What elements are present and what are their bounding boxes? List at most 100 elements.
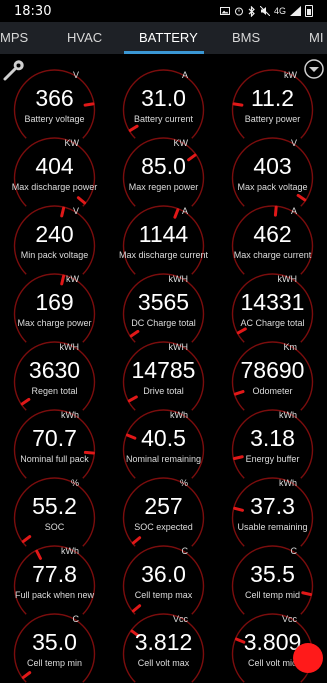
- gauge-value: 1144: [138, 221, 189, 247]
- gauge-unit: kWh: [61, 546, 79, 556]
- gauge-value: 36.0: [141, 561, 186, 587]
- gauge-value: 169: [35, 289, 74, 315]
- gauge-value: 366: [35, 85, 74, 111]
- tab-bar: MPS HVAC BATTERY BMS MI: [0, 22, 327, 54]
- gauge-label: Usable remaining: [237, 522, 308, 532]
- gauge: C 35.0 Cell temp min: [0, 610, 109, 683]
- gauge-label: SOC: [44, 522, 65, 532]
- gauge-needle: [127, 395, 138, 403]
- gauge-needle: [296, 193, 307, 202]
- gauge-label: Cell temp mid: [244, 590, 300, 600]
- gauge-unit: kWH: [277, 274, 298, 284]
- record-button[interactable]: [293, 643, 323, 673]
- gauge-label: Min pack voltage: [20, 250, 89, 260]
- gauge-value: 70.7: [32, 425, 77, 451]
- gauge-value: 14331: [240, 289, 305, 315]
- tab-hvac[interactable]: HVAC: [67, 22, 102, 54]
- active-tab-indicator: [124, 51, 204, 54]
- gauge-unit: kWh: [61, 410, 79, 420]
- gauge-unit: kWH: [168, 274, 189, 284]
- gauge-needle: [273, 205, 278, 217]
- bluetooth-icon: [248, 5, 255, 17]
- gauge: A 1144 Max discharge current: [109, 202, 218, 275]
- gauge: V 366 Battery voltage: [0, 66, 109, 139]
- gauge-value: 35.5: [250, 561, 295, 587]
- gauge-needle: [60, 274, 66, 286]
- gauge-unit: V: [290, 138, 297, 148]
- gauge-value: 3.18: [250, 425, 295, 451]
- gauge: kWH 14785 Drive total: [109, 338, 218, 411]
- gauge-unit: kWH: [168, 342, 189, 352]
- gauge-unit: %: [70, 478, 79, 488]
- gauge-value: 240: [35, 221, 74, 247]
- gauge-value: 257: [144, 493, 183, 519]
- gauge: kW 169 Max charge power: [0, 270, 109, 343]
- alarm-icon: [234, 7, 243, 16]
- tab-battery[interactable]: BATTERY: [139, 22, 198, 54]
- gauge-needle: [236, 327, 247, 335]
- gauge: KW 404 Max discharge power: [0, 134, 109, 207]
- gauge-value: 3.812: [134, 629, 193, 655]
- gauge: V 240 Min pack voltage: [0, 202, 109, 275]
- tab-bms[interactable]: BMS: [232, 22, 260, 54]
- gauge: V 403 Max pack voltage: [218, 134, 327, 207]
- battery-icon: [305, 5, 313, 17]
- gauge: A 31.0 Battery current: [109, 66, 218, 139]
- gauge-needle: [173, 208, 180, 219]
- gauge-label: Battery current: [133, 114, 194, 124]
- gauge-label: Cell volt max: [137, 658, 190, 668]
- gauge-unit: C: [290, 546, 298, 556]
- gauge-needle: [60, 206, 66, 218]
- status-time: 18:30: [14, 3, 52, 19]
- gauge-label: Odometer: [252, 386, 293, 396]
- tab-mps[interactable]: MPS: [0, 22, 28, 54]
- gauge-label: Nominal full pack: [20, 454, 89, 464]
- gauge-value: 404: [35, 153, 74, 179]
- gauge-unit: KW: [173, 138, 189, 148]
- gauge: KW 85.0 Max regen power: [109, 134, 218, 207]
- gauge-unit: kWH: [59, 342, 80, 352]
- mute-icon: [259, 6, 270, 16]
- gauge-needle: [35, 549, 42, 560]
- gauge-value: 3630: [28, 357, 81, 383]
- gauge: kW 11.2 Battery power: [218, 66, 327, 139]
- gauge-unit: KW: [64, 138, 80, 148]
- gauge-value: 85.0: [141, 153, 186, 179]
- gauge-label: Battery voltage: [24, 114, 85, 124]
- gauge-label: SOC expected: [134, 522, 193, 532]
- gauge-label: Max discharge power: [11, 182, 98, 192]
- gauge-value: 11.2: [250, 85, 295, 111]
- gauge-unit: kWh: [279, 478, 297, 488]
- gauge-label: Energy buffer: [245, 454, 300, 464]
- gauge-label: DC Charge total: [131, 318, 196, 328]
- gauge: Km 78690 Odometer: [218, 338, 327, 411]
- gauge-unit: V: [72, 70, 79, 80]
- status-bar: 18:30 4G: [0, 0, 327, 22]
- gauge-needle: [128, 124, 139, 132]
- gauge: C 35.5 Cell temp mid: [218, 542, 327, 615]
- tab-mi[interactable]: MI: [309, 22, 323, 54]
- gauge: kWh 77.8 Full pack when new: [0, 542, 109, 615]
- gauge-unit: C: [72, 614, 80, 624]
- gauge-value: 35.0: [32, 629, 77, 655]
- gauge: kWH 3565 DC Charge total: [109, 270, 218, 343]
- gauge-needle: [20, 397, 31, 406]
- gauge-label: Max pack voltage: [237, 182, 308, 192]
- gauge-unit: %: [179, 478, 188, 488]
- gauge: kWH 14331 AC Charge total: [218, 270, 327, 343]
- gauge: C 36.0 Cell temp max: [109, 542, 218, 615]
- gauge-unit: Vcc: [281, 614, 297, 624]
- gauge-label: Max charge power: [17, 318, 92, 328]
- gauge-needle: [21, 535, 32, 543]
- gauge-unit: A: [181, 206, 188, 216]
- gauge-value: 31.0: [141, 85, 186, 111]
- gauge-label: Battery power: [244, 114, 301, 124]
- network-type-label: 4G: [273, 6, 286, 16]
- gauge: % 257 SOC expected: [109, 474, 218, 547]
- gauge-value: 77.8: [32, 561, 77, 587]
- gauge: Vcc 3.812 Cell volt max: [109, 610, 218, 683]
- gauge-value: 40.5: [141, 425, 186, 451]
- gauge: kWh 70.7 Nominal full pack: [0, 406, 109, 479]
- gauge-label: Nominal remaining: [125, 454, 202, 464]
- gauge-needle: [83, 450, 95, 455]
